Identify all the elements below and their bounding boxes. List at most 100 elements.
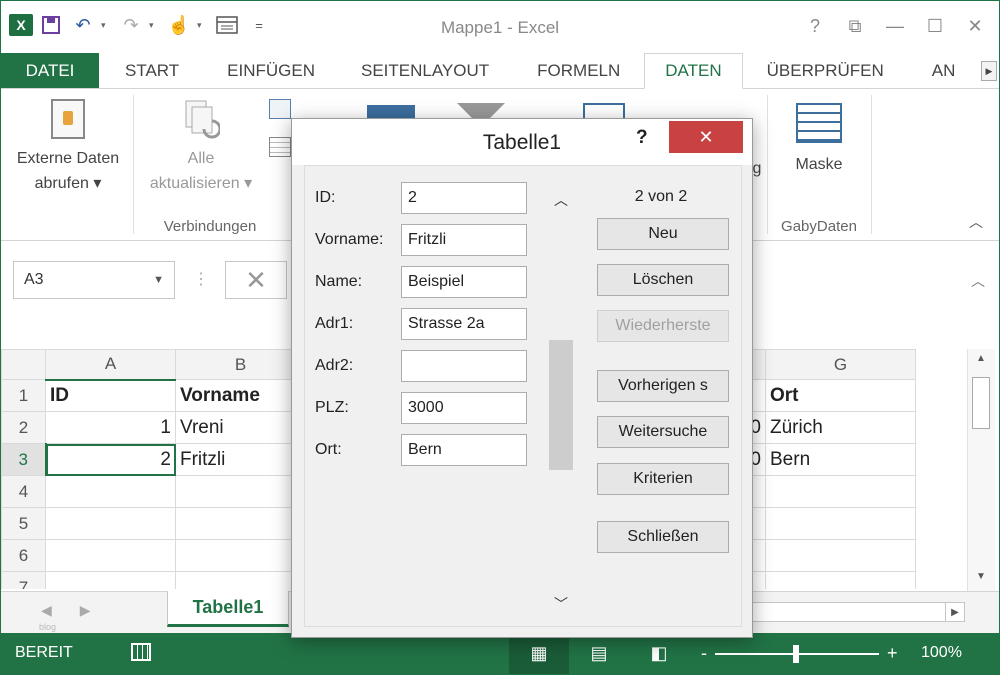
chevron-down-icon[interactable]: ﹀: [554, 594, 568, 614]
tab-formulas[interactable]: FORMELN: [513, 53, 644, 88]
row-header[interactable]: 5: [1, 507, 46, 540]
row-header[interactable]: 2: [1, 411, 46, 444]
page-break-view-icon[interactable]: ◧: [629, 633, 689, 674]
cell-b6[interactable]: [175, 539, 306, 572]
external-data-button[interactable]: Externe Daten abrufen ▾: [7, 99, 129, 197]
row-header[interactable]: 3: [1, 443, 47, 476]
cell-b2[interactable]: Vreni: [175, 411, 306, 444]
cell-b3[interactable]: Fritzli: [175, 443, 306, 476]
close-icon[interactable]: ✕: [957, 13, 993, 39]
chevron-down-icon[interactable]: ▼: [153, 274, 164, 286]
gabydaten-group: Maske GabyDaten: [769, 89, 869, 241]
tab-scroll-right-icon[interactable]: ▶: [981, 61, 997, 81]
expand-formula-bar-icon[interactable]: ︿: [971, 271, 985, 291]
select-all-corner[interactable]: [1, 349, 46, 380]
zoom-track[interactable]: [715, 644, 879, 663]
cell-a3[interactable]: 2: [45, 443, 176, 476]
restore-button[interactable]: Wiederherste: [597, 310, 729, 342]
new-record-button[interactable]: Neu: [597, 218, 729, 250]
column-header-a[interactable]: A: [45, 349, 176, 381]
tab-data[interactable]: DATEN: [644, 53, 743, 89]
scroll-thumb[interactable]: [972, 377, 990, 429]
record-scroll-thumb[interactable]: [549, 340, 573, 470]
cell-g3[interactable]: Bern: [765, 443, 916, 476]
vertical-scrollbar[interactable]: ▲ ▼: [967, 349, 995, 591]
row-header[interactable]: 1: [1, 379, 46, 412]
cell-a2[interactable]: 1: [45, 411, 176, 444]
prev-sheet-icon[interactable]: ◀: [41, 602, 52, 619]
plz-field[interactable]: 3000: [401, 392, 527, 424]
row-header[interactable]: 6: [1, 539, 46, 572]
cell-a5[interactable]: [45, 507, 176, 540]
id-field[interactable]: 2: [401, 182, 527, 214]
tab-more[interactable]: AN: [908, 53, 980, 88]
mask-button[interactable]: Maske: [773, 103, 865, 178]
find-previous-button[interactable]: Vorherigen s: [597, 370, 729, 402]
column-header-g[interactable]: G: [765, 349, 916, 380]
cell-b4[interactable]: [175, 475, 306, 508]
zoom-level[interactable]: 100%: [921, 644, 962, 662]
refresh-all-button[interactable]: Alle aktualisieren ▾: [137, 99, 265, 197]
cell-g6[interactable]: [765, 539, 916, 572]
name-box[interactable]: A3 ▼: [13, 261, 175, 299]
scroll-right-icon[interactable]: ▶: [945, 602, 965, 622]
cell-g5[interactable]: [765, 507, 916, 540]
cell-b7[interactable]: [175, 571, 306, 589]
ort-field[interactable]: Bern: [401, 434, 527, 466]
ribbon-separator: [767, 95, 768, 234]
cancel-entry-icon[interactable]: ✕: [225, 261, 287, 299]
row-header[interactable]: 7: [1, 571, 46, 589]
view-switcher: ▦ ▤ ◧: [509, 633, 689, 674]
close-dialog-button[interactable]: Schließen: [597, 521, 729, 553]
macro-recording-icon[interactable]: [131, 643, 151, 661]
next-sheet-icon[interactable]: ▶: [80, 602, 91, 619]
tab-insert[interactable]: EINFÜGEN: [205, 53, 337, 88]
scroll-down-icon[interactable]: ▼: [973, 571, 989, 587]
row-header[interactable]: 4: [1, 475, 46, 508]
cell-g1[interactable]: Ort: [765, 379, 916, 412]
vorname-field[interactable]: Fritzli: [401, 224, 527, 256]
criteria-button[interactable]: Kriterien: [597, 463, 729, 495]
zoom-knob[interactable]: [793, 644, 799, 663]
formula-bar-grip-icon[interactable]: ⋮: [193, 269, 209, 289]
tab-review[interactable]: ÜBERPRÜFEN: [743, 53, 908, 88]
dialog-close-icon[interactable]: ✕: [669, 121, 743, 153]
cell-a1[interactable]: ID: [45, 379, 176, 412]
field-label: ID:: [315, 189, 336, 206]
collapse-ribbon-icon[interactable]: ︿: [969, 212, 983, 232]
delete-record-button[interactable]: Löschen: [597, 264, 729, 296]
adr1-field[interactable]: Strasse 2a: [401, 308, 527, 340]
connections-icon[interactable]: [269, 99, 291, 119]
cell-g7[interactable]: [765, 571, 916, 589]
tab-page-layout[interactable]: SEITENLAYOUT: [337, 53, 513, 88]
cell-a4[interactable]: [45, 475, 176, 508]
minimize-icon[interactable]: —: [877, 13, 913, 39]
properties-icon[interactable]: [269, 137, 291, 157]
sort-icon[interactable]: [367, 105, 415, 119]
page-layout-view-icon[interactable]: ▤: [569, 633, 629, 674]
tab-file[interactable]: DATEI: [1, 53, 99, 88]
dialog-help-icon[interactable]: ?: [636, 127, 648, 149]
column-header-b[interactable]: B: [175, 349, 306, 380]
chevron-up-icon[interactable]: ︿: [554, 190, 568, 210]
cell-b1[interactable]: Vorname: [175, 379, 306, 412]
cell-b5[interactable]: [175, 507, 306, 540]
record-scrollbar[interactable]: ︿ ﹀: [549, 180, 573, 616]
adr2-field[interactable]: [401, 350, 527, 382]
tab-start[interactable]: START: [99, 53, 205, 88]
cell-a6[interactable]: [45, 539, 176, 572]
name-field[interactable]: Beispiel: [401, 266, 527, 298]
cell-g4[interactable]: [765, 475, 916, 508]
sheet-tab-tabelle1[interactable]: Tabelle1: [167, 591, 289, 627]
maximize-icon[interactable]: ☐: [917, 13, 953, 39]
find-next-button[interactable]: Weitersuche: [597, 416, 729, 448]
zoom-out-icon[interactable]: -: [701, 643, 707, 664]
zoom-in-icon[interactable]: +: [887, 643, 898, 664]
help-icon[interactable]: ?: [797, 13, 833, 39]
cell-g2[interactable]: Zürich: [765, 411, 916, 444]
cell-a7[interactable]: [45, 571, 176, 589]
normal-view-icon[interactable]: ▦: [509, 633, 569, 674]
ribbon-display-icon[interactable]: ⧉: [837, 13, 873, 39]
horizontal-scrollbar[interactable]: [751, 602, 963, 622]
scroll-up-icon[interactable]: ▲: [973, 353, 989, 369]
